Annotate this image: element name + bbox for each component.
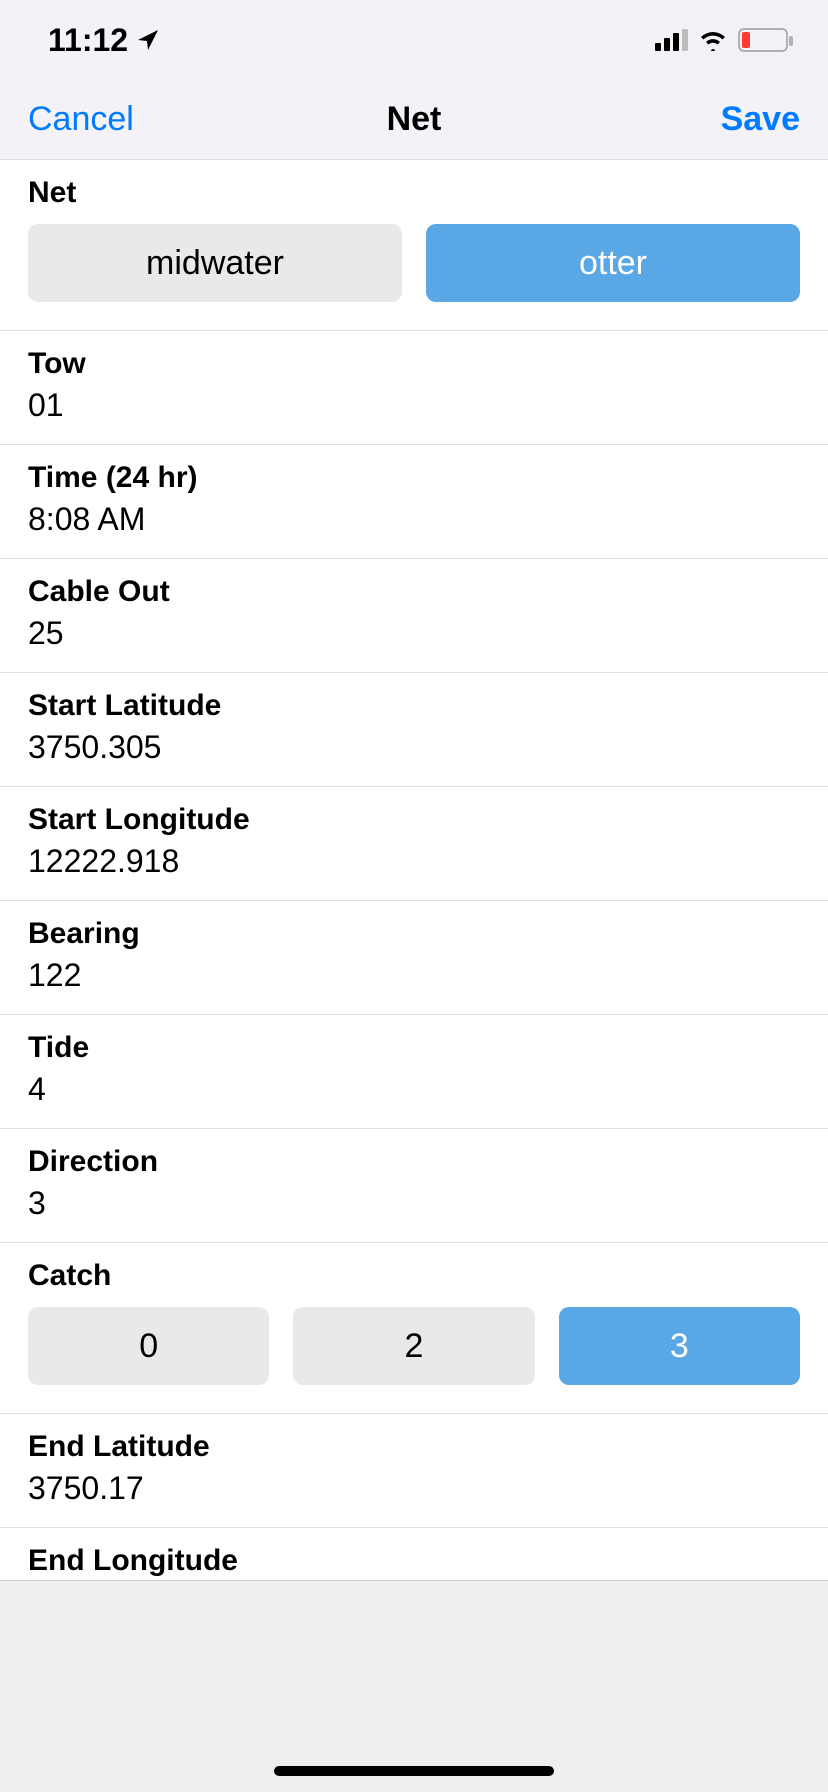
net-option-midwater[interactable]: midwater (28, 224, 402, 302)
time-field[interactable]: Time (24 hr) 8:08 AM (0, 445, 828, 559)
form-content: Net midwater otter Tow 01 Time (24 hr) 8… (0, 160, 828, 1580)
catch-option-2[interactable]: 2 (293, 1307, 534, 1385)
start-lon-label: Start Longitude (28, 803, 800, 837)
direction-field[interactable]: Direction 3 (0, 1129, 828, 1243)
start-lon-value: 12222.918 (28, 843, 800, 880)
bottom-panel (0, 1580, 828, 1792)
time-value: 8:08 AM (28, 501, 800, 538)
net-segmented: midwater otter (28, 224, 800, 302)
start-lon-field[interactable]: Start Longitude 12222.918 (0, 787, 828, 901)
battery-icon (738, 28, 788, 52)
catch-segmented: 0 2 3 (28, 1307, 800, 1385)
status-time-area: 11:12 (48, 22, 160, 59)
location-icon (136, 28, 160, 52)
tow-field[interactable]: Tow 01 (0, 331, 828, 445)
tide-label: Tide (28, 1031, 800, 1065)
home-indicator (274, 1766, 554, 1776)
save-button[interactable]: Save (650, 100, 800, 139)
bearing-label: Bearing (28, 917, 800, 951)
net-option-otter[interactable]: otter (426, 224, 800, 302)
nav-bar: Cancel Net Save (0, 80, 828, 160)
cellular-icon (655, 29, 688, 51)
cable-out-label: Cable Out (28, 575, 800, 609)
end-lat-label: End Latitude (28, 1430, 800, 1464)
catch-section: Catch 0 2 3 (0, 1243, 828, 1414)
page-title: Net (178, 100, 650, 139)
cancel-button[interactable]: Cancel (28, 100, 178, 139)
cable-out-field[interactable]: Cable Out 25 (0, 559, 828, 673)
end-lat-value: 3750.17 (28, 1470, 800, 1507)
end-lon-field[interactable]: End Longitude 12222.709 (0, 1528, 828, 1580)
catch-option-0[interactable]: 0 (28, 1307, 269, 1385)
end-lon-label: End Longitude (28, 1544, 800, 1578)
direction-label: Direction (28, 1145, 800, 1179)
tow-value: 01 (28, 387, 800, 424)
tow-label: Tow (28, 347, 800, 381)
start-lat-label: Start Latitude (28, 689, 800, 723)
net-section: Net midwater otter (0, 160, 828, 331)
status-right (655, 28, 788, 52)
bearing-field[interactable]: Bearing 122 (0, 901, 828, 1015)
status-bar: 11:12 (0, 0, 828, 80)
status-time: 11:12 (48, 22, 128, 59)
catch-label: Catch (28, 1259, 800, 1293)
tide-value: 4 (28, 1071, 800, 1108)
catch-option-3[interactable]: 3 (559, 1307, 800, 1385)
bearing-value: 122 (28, 957, 800, 994)
start-lat-field[interactable]: Start Latitude 3750.305 (0, 673, 828, 787)
cable-out-value: 25 (28, 615, 800, 652)
net-label: Net (28, 176, 800, 210)
end-lat-field[interactable]: End Latitude 3750.17 (0, 1414, 828, 1528)
time-label: Time (24 hr) (28, 461, 800, 495)
tide-field[interactable]: Tide 4 (0, 1015, 828, 1129)
wifi-icon (698, 29, 728, 51)
start-lat-value: 3750.305 (28, 729, 800, 766)
direction-value: 3 (28, 1185, 800, 1222)
